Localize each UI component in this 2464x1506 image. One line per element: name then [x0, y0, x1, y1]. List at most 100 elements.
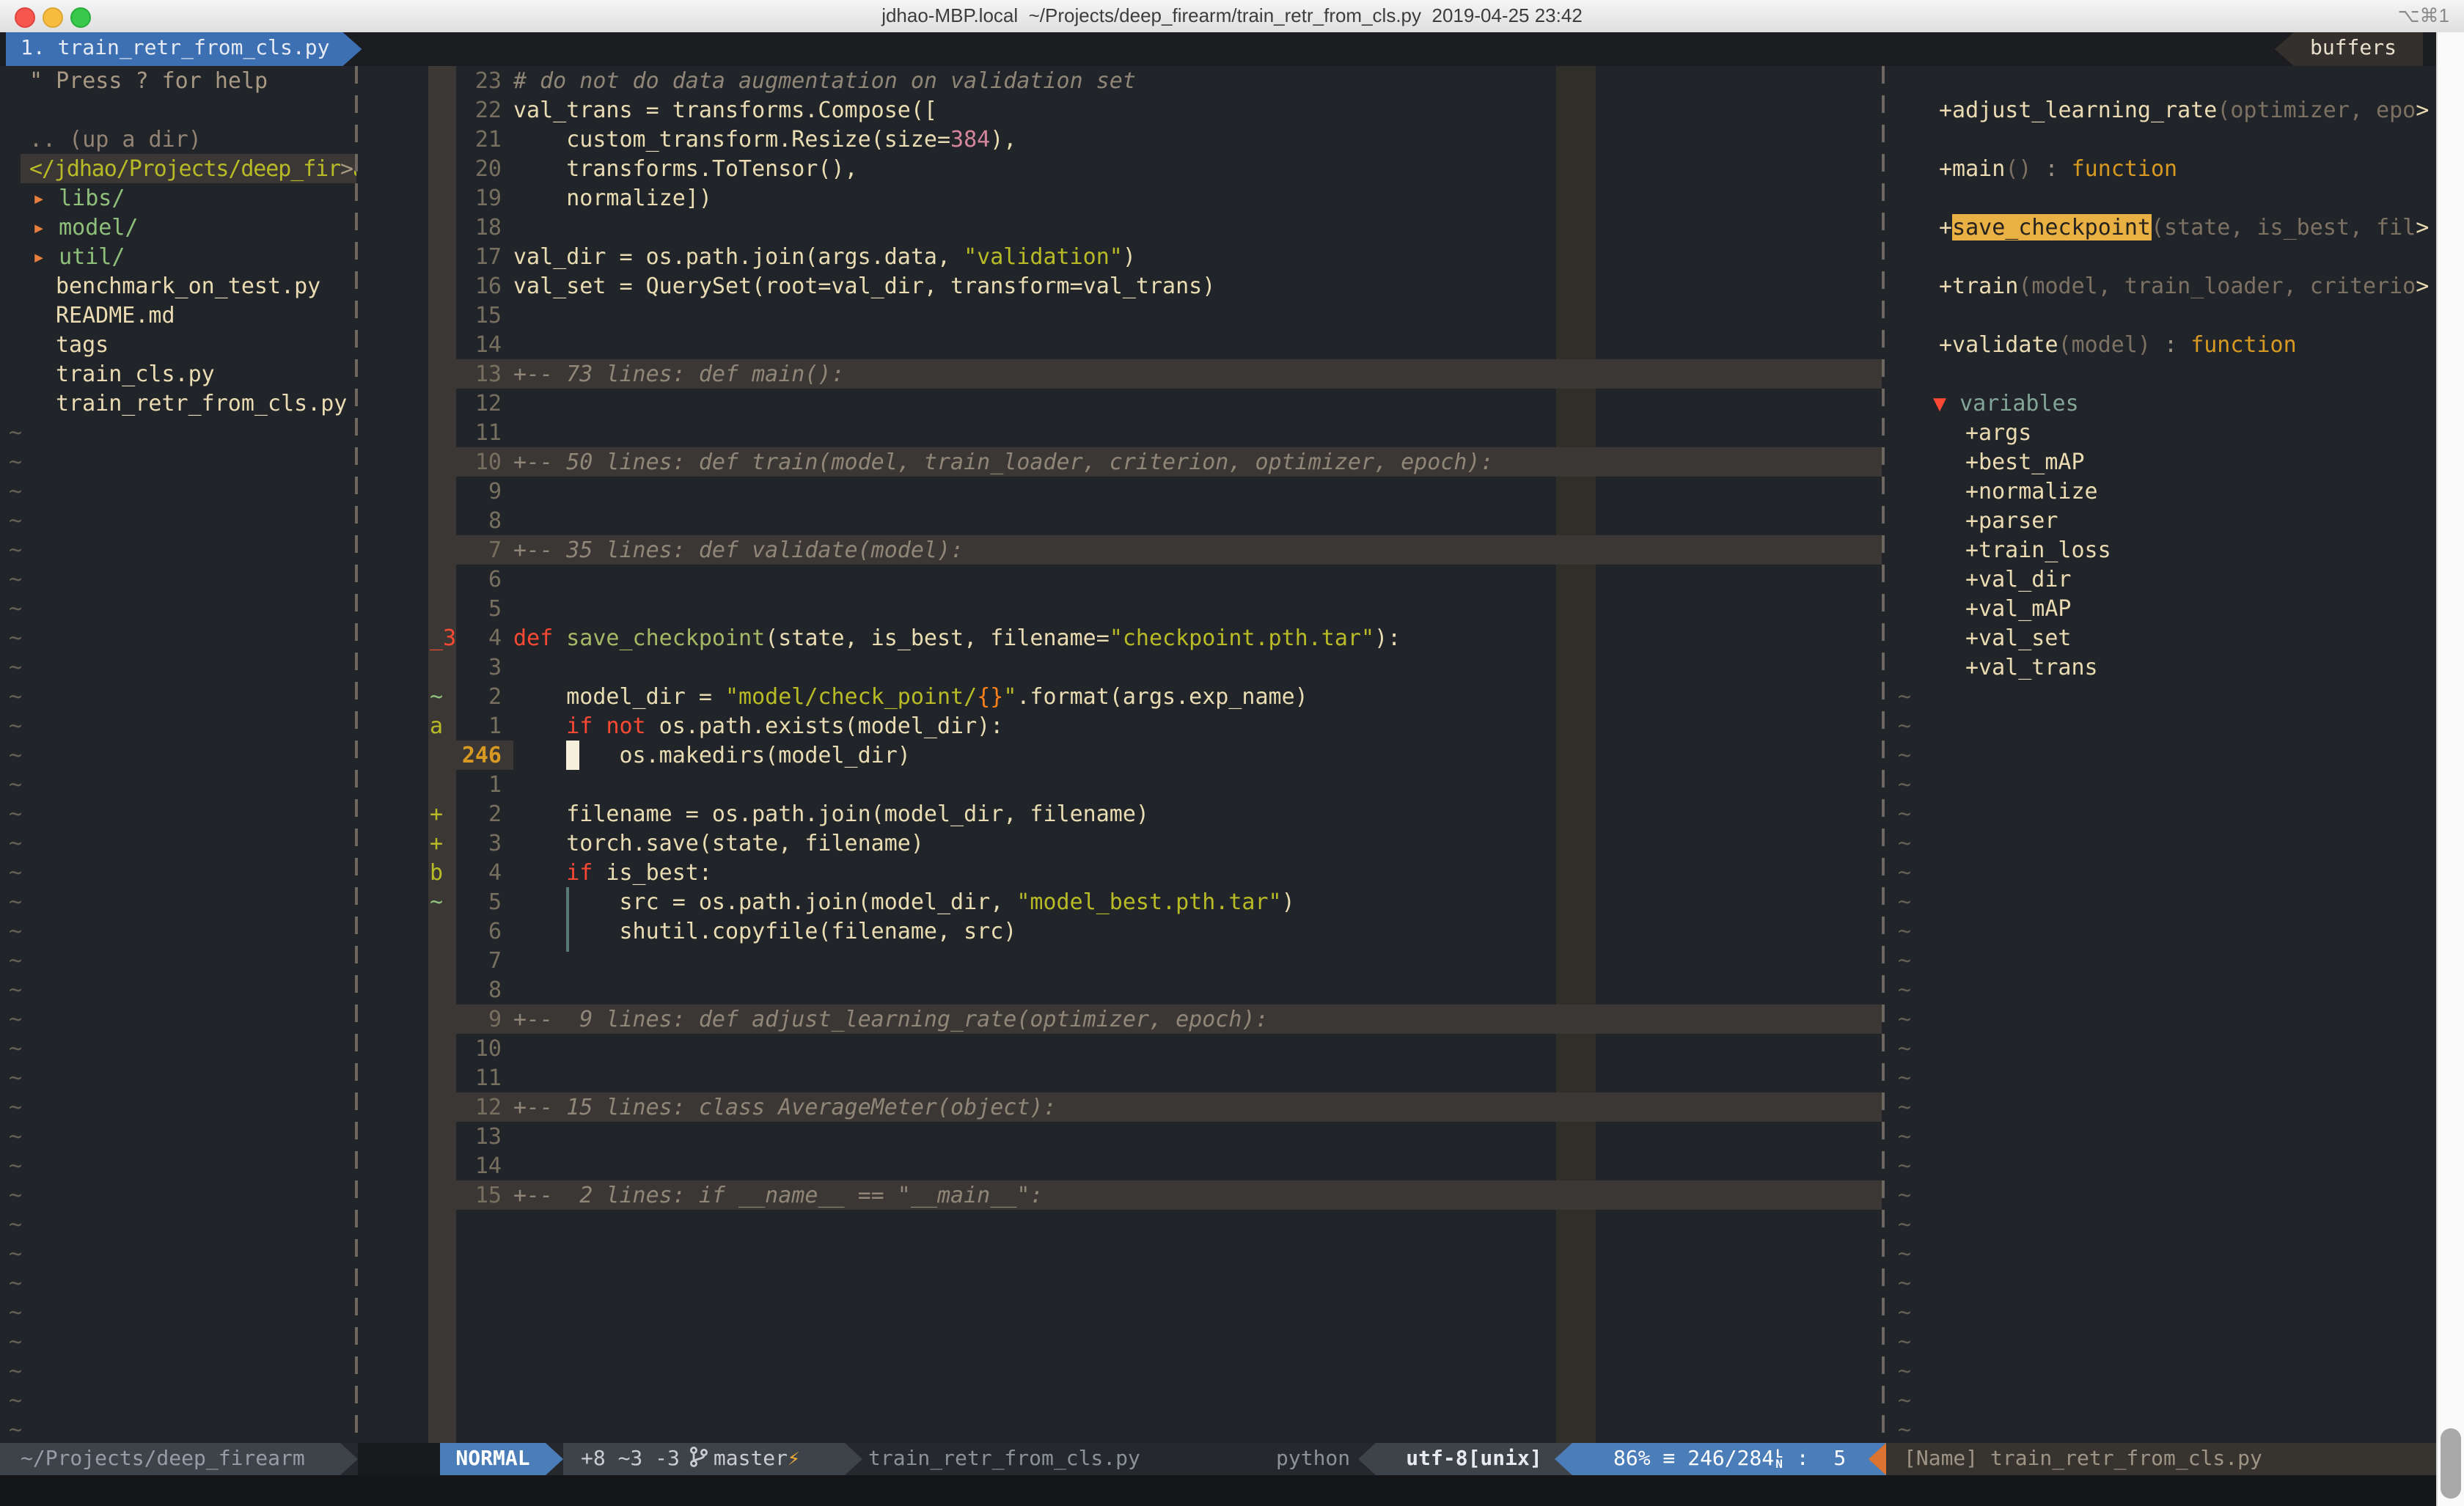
code-line[interactable]: normalize]) — [513, 183, 712, 213]
tag-item-variable[interactable]: +parser — [1965, 506, 2058, 535]
tagbar: +adjust_learning_rate(optimizer, epo> +ma… — [1886, 66, 2436, 1443]
tag-item[interactable]: +validate(model) : function — [1939, 330, 2297, 359]
fold-text[interactable]: +-- 50 lines: def train(model, train_loa… — [513, 447, 1494, 477]
empty-line-tilde: ~ — [1898, 1151, 1911, 1180]
command-line[interactable] — [0, 1475, 2436, 1506]
separator-arrow — [340, 1443, 358, 1475]
line-number: 10 — [431, 1034, 502, 1063]
empty-line-tilde: ~ — [1898, 917, 1911, 946]
nerdtree-statusline: ~/Projects/deep_firearm — [0, 1443, 340, 1475]
position-segment: 86% ≡ 246/284LN : 5 — [1572, 1443, 1886, 1475]
code-line[interactable]: model_dir = "model/check_point/{}".forma… — [513, 682, 1308, 711]
code-line[interactable]: val_dir = os.path.join(args.data, "valid… — [513, 242, 1136, 271]
empty-line-tilde: ~ — [1898, 1298, 1911, 1327]
fold-text[interactable]: +-- 73 lines: def main(): — [513, 359, 845, 389]
code-line[interactable]: shutil.copyfile(filename, src) — [513, 917, 1016, 946]
tag-item-variable[interactable]: +args — [1965, 418, 2031, 447]
fold-text[interactable]: +-- 9 lines: def adjust_learning_rate(op… — [513, 1004, 1269, 1034]
tag-item-variable[interactable]: +train_loss — [1965, 535, 2111, 565]
tag-item-variable[interactable]: +val_mAP — [1965, 594, 2072, 623]
variables-collapse-icon[interactable]: ▼ — [1933, 390, 1946, 416]
tab-train-retr-from-cls[interactable]: 1. train_retr_from_cls.py — [6, 32, 362, 66]
tag-item[interactable]: +train(model, train_loader, criterio> — [1939, 271, 2429, 301]
line-number: 20 — [431, 154, 502, 183]
empty-line-tilde: ~ — [1898, 770, 1911, 799]
window-title: jdhao-MBP.local ~/Projects/deep_firearm/… — [0, 0, 2464, 32]
line-number: 5 — [431, 594, 502, 623]
tag-item-variable[interactable]: +best_mAP — [1965, 447, 2085, 477]
scrollbar[interactable] — [2436, 32, 2464, 1506]
code-line[interactable]: torch.save(state, filename) — [513, 829, 924, 858]
code-line[interactable]: if not os.path.exists(model_dir): — [513, 711, 1003, 741]
empty-line-tilde: ~ — [1898, 887, 1911, 917]
tag-item[interactable]: +save_checkpoint(state, is_best, fil> — [1939, 213, 2429, 242]
empty-line-tilde: ~ — [1898, 1415, 1911, 1444]
gutter-sign: ~ — [430, 682, 459, 711]
line-number: 19 — [431, 183, 502, 213]
tag-item[interactable]: +adjust_learning_rate(optimizer, epo> — [1939, 95, 2429, 125]
tag-section-variables[interactable]: ▼ variables — [1933, 389, 2079, 418]
status-bar: ~/Projects/deep_firearm NORMAL +8 ~3 -3 m… — [0, 1443, 2436, 1475]
empty-line-tilde: ~ — [1898, 1122, 1911, 1151]
line-number: 9 — [431, 477, 502, 506]
tabline: 1. train_retr_from_cls.py buffers — [0, 32, 2464, 66]
separator-arrow — [546, 1443, 563, 1475]
line-number: 8 — [431, 975, 502, 1004]
gutter-sign: b — [430, 858, 459, 887]
line-number: 15 — [431, 1180, 502, 1210]
gutter-sign: + — [430, 799, 459, 829]
line-number: 14 — [431, 1151, 502, 1180]
tag-item-variable[interactable]: +val_trans — [1965, 653, 2098, 682]
empty-line-tilde: ~ — [1898, 1239, 1911, 1268]
tag-item[interactable]: +main() : function — [1939, 154, 2177, 183]
statusline-filename: train_retr_from_cls.py — [868, 1443, 1140, 1475]
empty-line-tilde: ~ — [1898, 741, 1911, 770]
code-line[interactable]: val_set = QuerySet(root=val_dir, transfo… — [513, 271, 1215, 301]
code-line[interactable]: filename = os.path.join(model_dir, filen… — [513, 799, 1149, 829]
git-segment: +8 ~3 -3master⚡ — [563, 1443, 845, 1475]
line-number: 21 — [431, 125, 502, 154]
column-number: 5 — [1833, 1447, 1846, 1471]
empty-line-tilde: ~ — [1898, 799, 1911, 829]
code-line[interactable]: custom_transform.Resize(size=384), — [513, 125, 1016, 154]
separator-arrow — [1555, 1443, 1572, 1475]
fold-text[interactable]: +-- 15 lines: class AverageMeter(object)… — [513, 1092, 1057, 1122]
code-line[interactable]: # do not do data augmentation on validat… — [513, 66, 1136, 95]
line-number: 17 — [431, 242, 502, 271]
code-line[interactable]: val_trans = transforms.Compose([ — [513, 95, 937, 125]
empty-line-tilde: ~ — [1898, 829, 1911, 858]
empty-line-tilde: ~ — [1898, 1092, 1911, 1122]
indent-guide — [566, 887, 569, 952]
empty-line-tilde: ~ — [1898, 946, 1911, 975]
empty-line-tilde: ~ — [1898, 975, 1911, 1004]
line-number: 246 — [431, 741, 502, 770]
line-number: 6 — [431, 565, 502, 594]
line-number: 22 — [431, 95, 502, 125]
fold-text[interactable]: +-- 2 lines: if __name__ == "__main__": — [513, 1180, 1043, 1210]
code-line[interactable]: def save_checkpoint(state, is_best, file… — [513, 623, 1401, 653]
empty-line-tilde: ~ — [1898, 1210, 1911, 1239]
code-line[interactable]: transforms.ToTensor(), — [513, 154, 858, 183]
gutter-sign: _3 — [430, 623, 459, 653]
cursor-block — [566, 741, 579, 770]
line-number: 13 — [431, 1122, 502, 1151]
code-editor[interactable]: 23# do not do data augmentation on valid… — [0, 66, 1882, 1443]
mode-indicator: NORMAL — [440, 1443, 546, 1475]
line-number: 7 — [431, 946, 502, 975]
empty-line-tilde: ~ — [1898, 858, 1911, 887]
git-hunks: +8 ~3 -3 — [581, 1447, 680, 1471]
empty-line-tilde: ~ — [1898, 1180, 1911, 1210]
scrollbar-thumb[interactable] — [2441, 1428, 2461, 1499]
filetype-indicator: python — [1276, 1443, 1350, 1475]
tag-item-variable[interactable]: +normalize — [1965, 477, 2098, 506]
line-number: 12 — [431, 389, 502, 418]
title-bar: jdhao-MBP.local ~/Projects/deep_firearm/… — [0, 0, 2464, 34]
code-line[interactable]: src = os.path.join(model_dir, "model_bes… — [513, 887, 1295, 917]
fold-text[interactable]: +-- 35 lines: def validate(model): — [513, 535, 964, 565]
tag-item-variable[interactable]: +val_dir — [1965, 565, 2072, 594]
window-separator-right[interactable] — [1882, 66, 1885, 1443]
code-line[interactable]: if is_best: — [513, 858, 712, 887]
git-branch-name: master — [714, 1447, 788, 1471]
empty-line-tilde: ~ — [1898, 682, 1911, 711]
tag-item-variable[interactable]: +val_set — [1965, 623, 2072, 653]
